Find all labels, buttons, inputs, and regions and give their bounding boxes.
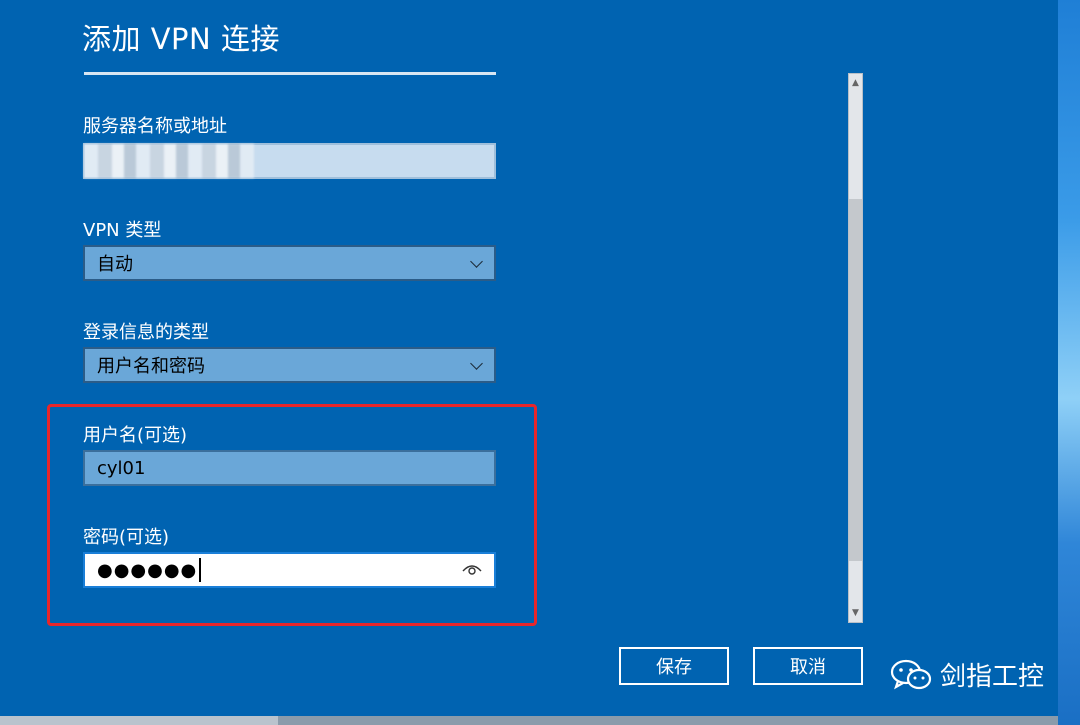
vertical-scrollbar[interactable]: ▲ ▼ bbox=[848, 73, 863, 623]
desktop-background bbox=[1058, 0, 1080, 725]
title-divider bbox=[84, 72, 496, 75]
server-label: 服务器名称或地址 bbox=[83, 116, 227, 137]
vpn-type-label: VPN 类型 bbox=[83, 220, 162, 241]
chevron-down-icon bbox=[470, 257, 482, 269]
horizontal-scrollbar[interactable] bbox=[0, 716, 1058, 725]
scrollbar-thumb[interactable] bbox=[849, 199, 862, 561]
signin-type-value: 用户名和密码 bbox=[97, 356, 205, 377]
highlight-box bbox=[47, 404, 537, 626]
watermark-text: 剑指工控 bbox=[940, 662, 1045, 692]
vpn-type-select[interactable]: 自动 bbox=[83, 245, 496, 281]
watermark: 剑指工控 bbox=[890, 656, 1044, 693]
vpn-type-value: 自动 bbox=[97, 254, 133, 275]
save-button[interactable]: 保存 bbox=[619, 647, 729, 685]
horizontal-scrollbar-thumb[interactable] bbox=[0, 716, 278, 725]
signin-type-select[interactable]: 用户名和密码 bbox=[83, 347, 496, 383]
wechat-icon bbox=[890, 659, 932, 689]
redacted-server-value bbox=[84, 144, 254, 178]
dialog-title: 添加 VPN 连接 bbox=[82, 22, 280, 56]
cancel-button[interactable]: 取消 bbox=[753, 647, 863, 685]
signin-type-label: 登录信息的类型 bbox=[83, 322, 209, 343]
vpn-dialog: 添加 VPN 连接 服务器名称或地址 VPN 类型 自动 登录信息的类型 用户名… bbox=[0, 0, 1058, 725]
chevron-down-icon bbox=[470, 359, 482, 371]
scroll-up-icon[interactable]: ▲ bbox=[849, 74, 862, 92]
scroll-down-icon[interactable]: ▼ bbox=[849, 604, 862, 622]
